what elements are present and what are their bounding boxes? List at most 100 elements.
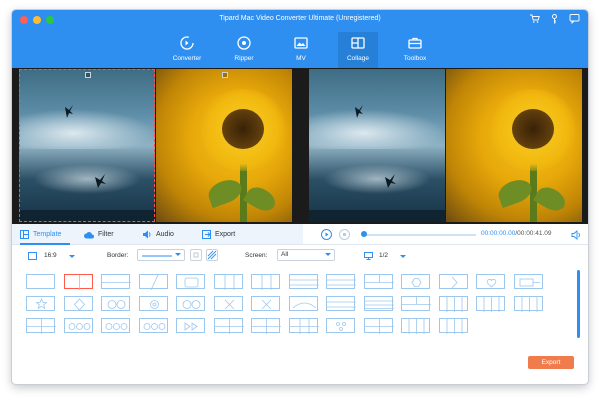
layout-template[interactable] <box>101 318 130 333</box>
layout-template[interactable] <box>101 274 131 289</box>
layout-template[interactable] <box>26 318 56 334</box>
aspect-ratio-caret[interactable] <box>69 255 75 258</box>
layout-template[interactable] <box>326 318 355 333</box>
layout-template[interactable] <box>138 296 168 311</box>
collage-icon <box>351 37 365 49</box>
layout-thumbnail-icon <box>224 299 234 310</box>
nav-mv[interactable]: MV <box>281 32 321 68</box>
stop-button[interactable] <box>339 229 350 240</box>
nav-ripper[interactable]: Ripper <box>224 32 264 68</box>
layout-thumbnail-icon <box>292 302 316 309</box>
layout-template[interactable] <box>101 296 130 311</box>
layout-template[interactable] <box>26 296 55 311</box>
layout-template[interactable] <box>401 274 430 289</box>
screen-caret <box>325 253 331 256</box>
layout-template[interactable] <box>438 296 468 312</box>
nav-collage[interactable]: Collage <box>338 32 378 68</box>
layout-template[interactable] <box>401 296 431 311</box>
layout-thumbnail-icon <box>261 275 272 290</box>
layout-template[interactable] <box>176 274 205 289</box>
tab-template[interactable]: Template <box>20 224 70 245</box>
layout-thumbnail-icon <box>446 297 462 312</box>
layout-template[interactable] <box>213 318 244 334</box>
template-scrollbar[interactable] <box>577 270 580 338</box>
tab-export[interactable]: Export <box>202 224 235 245</box>
layout-thumbnail-icon <box>289 319 319 334</box>
cell-menu-icon[interactable] <box>85 72 91 78</box>
screen-label: Screen: <box>245 252 268 259</box>
progress-knob[interactable] <box>361 231 367 237</box>
layout-template[interactable] <box>63 296 93 311</box>
layout-template[interactable] <box>363 318 394 334</box>
layout-thumbnail-icon <box>27 319 56 334</box>
border-pattern-button[interactable] <box>206 249 218 261</box>
tab-export-label: Export <box>215 231 236 238</box>
layout-thumbnail-icon <box>68 323 90 330</box>
layout-thumbnail-icon <box>27 275 56 290</box>
layout-template[interactable] <box>213 274 243 290</box>
collage-cell-sky[interactable] <box>19 69 155 222</box>
nav-toolbox-label: Toolbox <box>403 55 427 62</box>
layout-template-selected[interactable] <box>63 274 93 290</box>
progress-track[interactable] <box>361 234 476 236</box>
app-window: Tipard Mac Video Converter Ultimate (Unr… <box>12 10 588 384</box>
mv-icon <box>294 37 308 49</box>
stripe-pattern-icon <box>207 250 217 260</box>
layout-template[interactable] <box>326 296 356 311</box>
layout-template[interactable] <box>213 296 243 311</box>
top-actions <box>529 13 580 24</box>
layout-template[interactable] <box>513 296 543 312</box>
cart-icon[interactable] <box>529 13 540 24</box>
layout-template[interactable] <box>326 274 356 289</box>
aspect-ratio-value[interactable]: 16:9 <box>44 252 57 259</box>
layout-thumbnail-icon <box>35 297 48 310</box>
nav-toolbox[interactable]: Toolbox <box>395 32 435 68</box>
border-color-icon <box>193 252 199 258</box>
layout-template[interactable] <box>513 274 543 289</box>
screen-select[interactable]: All <box>277 249 335 261</box>
window-title: Tipard Mac Video Converter Ultimate (Unr… <box>219 15 381 22</box>
layout-template[interactable] <box>251 274 280 290</box>
layout-template[interactable] <box>288 296 318 311</box>
layout-thumbnail-icon <box>411 278 422 287</box>
tab-audio[interactable]: Audio <box>142 224 174 245</box>
layout-template[interactable] <box>138 318 168 333</box>
layout-template[interactable] <box>251 296 280 311</box>
border-style-select[interactable] <box>137 249 185 261</box>
layout-template[interactable] <box>63 318 93 333</box>
tab-filter[interactable]: Filter <box>84 224 114 245</box>
template-grid <box>26 274 556 352</box>
template-icon <box>20 230 29 239</box>
layout-template[interactable] <box>176 318 205 333</box>
layout-thumbnail-icon <box>214 319 244 334</box>
layout-thumbnail-icon <box>78 275 80 290</box>
play-icon <box>325 232 329 237</box>
page-caret[interactable] <box>400 255 406 258</box>
layout-template[interactable] <box>476 274 505 289</box>
audio-icon <box>143 230 151 239</box>
layout-template[interactable] <box>288 274 319 289</box>
layout-template[interactable] <box>251 318 281 334</box>
play-button[interactable] <box>321 229 332 240</box>
tab-template-label: Template <box>33 231 62 238</box>
collage-cell-sunflower[interactable] <box>156 69 292 222</box>
layout-template[interactable] <box>363 274 394 289</box>
export-button[interactable]: Export <box>528 356 574 369</box>
layout-template[interactable] <box>438 274 468 289</box>
layout-template[interactable] <box>138 274 168 290</box>
layout-template[interactable] <box>401 318 430 334</box>
volume-icon[interactable] <box>571 230 582 240</box>
border-color-button[interactable] <box>190 249 202 261</box>
layout-template[interactable] <box>26 274 55 289</box>
monitor-icon <box>364 252 373 260</box>
layout-thumbnail-icon <box>521 297 537 312</box>
layout-template[interactable] <box>176 296 205 311</box>
nav-converter[interactable]: Converter <box>167 32 207 68</box>
layout-template[interactable] <box>476 296 505 312</box>
layout-template[interactable] <box>363 296 394 311</box>
key-icon[interactable] <box>549 13 560 24</box>
layout-template[interactable] <box>438 318 468 334</box>
cell-menu-icon-2[interactable] <box>222 72 228 78</box>
feedback-icon[interactable] <box>569 13 580 24</box>
layout-template[interactable] <box>288 318 319 334</box>
